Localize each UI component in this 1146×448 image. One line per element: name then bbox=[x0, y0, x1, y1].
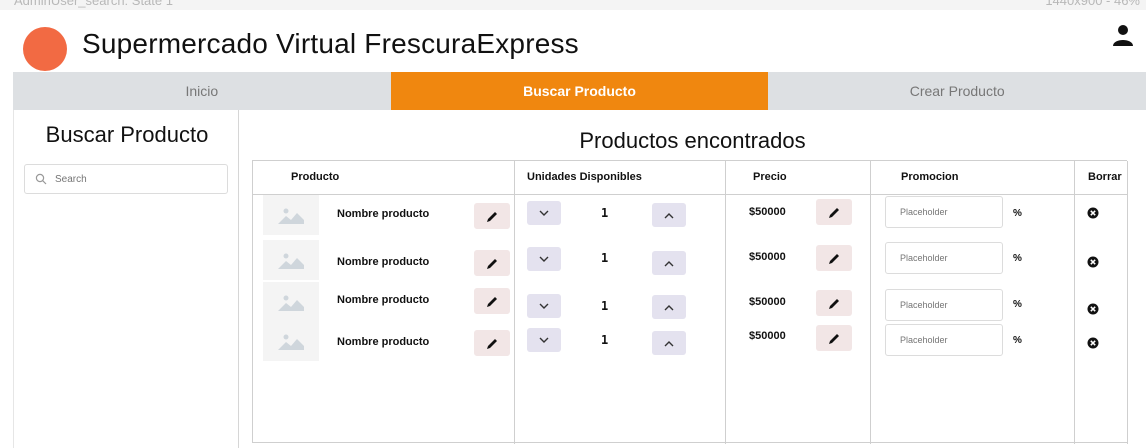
delete-icon[interactable] bbox=[1087, 303, 1099, 315]
pencil-icon bbox=[486, 211, 497, 222]
edit-price-button[interactable] bbox=[816, 245, 852, 271]
chevron-down-icon bbox=[539, 256, 549, 262]
chevron-down-icon bbox=[539, 303, 549, 309]
main-nav: Inicio Buscar Producto Crear Producto bbox=[13, 72, 1146, 110]
results-title: Productos encontrados bbox=[579, 128, 806, 153]
edit-name-button[interactable] bbox=[474, 288, 510, 314]
image-placeholder-icon bbox=[278, 208, 304, 224]
tab-crear-producto[interactable]: Crear Producto bbox=[768, 72, 1146, 110]
product-name: Nombre producto bbox=[337, 208, 430, 220]
increase-quantity-button[interactable] bbox=[652, 295, 686, 319]
pencil-icon bbox=[828, 298, 839, 309]
edit-name-button[interactable] bbox=[474, 330, 510, 356]
delete-icon[interactable] bbox=[1087, 207, 1099, 219]
image-placeholder-icon bbox=[278, 253, 304, 269]
window-title-bar: AdminUser_search: State 1 1440x900 - 46% bbox=[0, 0, 1146, 10]
price-value: $50000 bbox=[749, 330, 786, 342]
pencil-icon bbox=[486, 338, 497, 349]
product-name: Nombre producto bbox=[337, 294, 430, 306]
delete-icon[interactable] bbox=[1087, 256, 1099, 268]
percent-label: % bbox=[1013, 208, 1022, 219]
decrease-quantity-button[interactable] bbox=[527, 294, 561, 318]
product-image bbox=[263, 195, 319, 235]
logo bbox=[23, 27, 67, 71]
products-table: Producto Unidades Disponibles Precio Pro… bbox=[252, 160, 1128, 444]
column-header-producto: Producto bbox=[291, 171, 340, 183]
user-icon[interactable] bbox=[1112, 24, 1134, 48]
pencil-icon bbox=[828, 253, 839, 264]
sidebar-title: Buscar Producto bbox=[45, 122, 209, 147]
pencil-icon bbox=[486, 296, 497, 307]
increase-quantity-button[interactable] bbox=[652, 203, 686, 227]
pencil-icon bbox=[828, 333, 839, 344]
percent-label: % bbox=[1013, 253, 1022, 264]
column-header-precio: Precio bbox=[753, 171, 787, 183]
product-name: Nombre producto bbox=[337, 256, 430, 268]
tab-buscar-producto[interactable]: Buscar Producto bbox=[390, 72, 769, 110]
chevron-down-icon bbox=[539, 337, 549, 343]
image-placeholder-icon bbox=[278, 295, 304, 311]
price-value: $50000 bbox=[749, 296, 786, 308]
quantity-value: 1 bbox=[601, 251, 609, 265]
search-icon bbox=[35, 173, 47, 185]
chevron-down-icon bbox=[539, 210, 549, 216]
product-name: Nombre producto bbox=[337, 336, 430, 348]
image-placeholder-icon bbox=[278, 334, 304, 350]
search-box[interactable] bbox=[24, 164, 228, 194]
chevron-up-icon bbox=[664, 340, 674, 346]
search-input[interactable] bbox=[55, 173, 215, 185]
percent-label: % bbox=[1013, 299, 1022, 310]
price-value: $50000 bbox=[749, 206, 786, 218]
quantity-value: 1 bbox=[601, 299, 609, 313]
decrease-quantity-button[interactable] bbox=[527, 328, 561, 352]
price-value: $50000 bbox=[749, 251, 786, 263]
edit-name-button[interactable] bbox=[474, 203, 510, 229]
promotion-input[interactable] bbox=[885, 324, 1003, 356]
product-image bbox=[263, 321, 319, 361]
percent-label: % bbox=[1013, 335, 1022, 346]
pencil-icon bbox=[828, 207, 839, 218]
app-title: Supermercado Virtual FrescuraExpress bbox=[82, 28, 579, 59]
product-image bbox=[263, 282, 319, 322]
chevron-up-icon bbox=[664, 260, 674, 266]
edit-name-button[interactable] bbox=[474, 250, 510, 276]
increase-quantity-button[interactable] bbox=[652, 251, 686, 275]
tab-inicio[interactable]: Inicio bbox=[13, 72, 391, 110]
increase-quantity-button[interactable] bbox=[652, 331, 686, 355]
quantity-value: 1 bbox=[601, 333, 609, 347]
sidebar: Buscar Producto bbox=[13, 110, 239, 448]
edit-price-button[interactable] bbox=[816, 325, 852, 351]
quantity-value: 1 bbox=[601, 206, 609, 220]
chevron-up-icon bbox=[664, 304, 674, 310]
decrease-quantity-button[interactable] bbox=[527, 247, 561, 271]
pencil-icon bbox=[486, 258, 497, 269]
window-size-label: 1440x900 - 46% bbox=[1045, 0, 1140, 8]
promotion-input[interactable] bbox=[885, 196, 1003, 228]
delete-icon[interactable] bbox=[1087, 337, 1099, 349]
promotion-input[interactable] bbox=[885, 242, 1003, 274]
edit-price-button[interactable] bbox=[816, 199, 852, 225]
decrease-quantity-button[interactable] bbox=[527, 201, 561, 225]
column-header-unidades: Unidades Disponibles bbox=[527, 171, 642, 183]
column-header-promocion: Promocion bbox=[901, 171, 959, 183]
product-image bbox=[263, 240, 319, 280]
window-title: AdminUser_search: State 1 bbox=[14, 0, 173, 8]
promotion-input[interactable] bbox=[885, 289, 1003, 321]
edit-price-button[interactable] bbox=[816, 290, 852, 316]
chevron-up-icon bbox=[664, 212, 674, 218]
app-header: Supermercado Virtual FrescuraExpress bbox=[0, 10, 1146, 72]
column-header-borrar: Borrar bbox=[1088, 171, 1122, 183]
